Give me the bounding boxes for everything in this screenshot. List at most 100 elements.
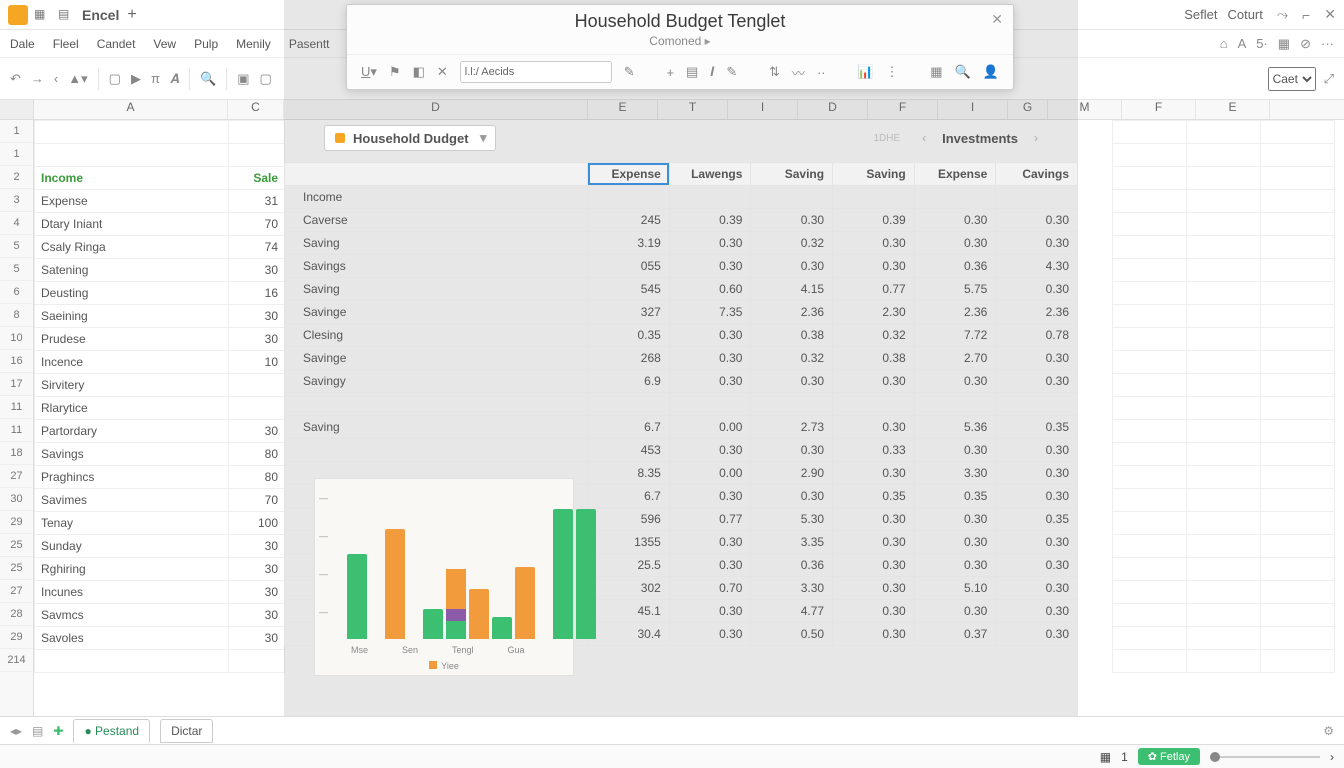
cell[interactable]: 30	[229, 535, 285, 558]
cell[interactable]	[1261, 443, 1335, 466]
cell[interactable]: 0.37	[914, 623, 996, 646]
cell[interactable]: 30	[229, 328, 285, 351]
cell[interactable]: 3.19	[588, 232, 670, 255]
cell[interactable]: 0.33	[833, 439, 915, 462]
cell[interactable]: 30.4	[588, 623, 670, 646]
row-number[interactable]: 1	[0, 143, 33, 166]
cell[interactable]	[1187, 374, 1261, 397]
cell[interactable]: 0.30	[996, 531, 1078, 554]
cell[interactable]: Satening	[35, 259, 229, 282]
pen-icon[interactable]: ✎	[726, 64, 737, 80]
cell[interactable]	[1113, 190, 1187, 213]
cell[interactable]	[1261, 282, 1335, 305]
cell[interactable]: Rghiring	[35, 558, 229, 581]
cell[interactable]: 0.30	[996, 623, 1078, 646]
cell[interactable]	[229, 397, 285, 420]
row-label[interactable]: Savingy	[285, 370, 588, 393]
home-icon[interactable]: ⌂	[1220, 36, 1228, 51]
edit-icon[interactable]: ✎	[624, 64, 635, 80]
cell[interactable]: 0.30	[833, 531, 915, 554]
cell[interactable]	[1261, 121, 1335, 144]
italic2-icon[interactable]: 𝑰	[710, 64, 714, 80]
col-E2[interactable]: E	[1196, 100, 1270, 119]
cell[interactable]: 0.60	[669, 278, 751, 301]
tab-pestand[interactable]: ● Pestand	[73, 719, 150, 743]
row-number[interactable]: 28	[0, 603, 33, 626]
row-number[interactable]: 11	[0, 419, 33, 442]
cell[interactable]	[588, 186, 670, 209]
cell[interactable]: Sirvitery	[35, 374, 229, 397]
cell[interactable]: Incunes	[35, 581, 229, 604]
cell[interactable]: 30	[229, 558, 285, 581]
cell[interactable]	[35, 121, 229, 144]
cell[interactable]: 31	[229, 190, 285, 213]
cell[interactable]	[1187, 259, 1261, 282]
cell[interactable]	[1261, 305, 1335, 328]
cell[interactable]: 0.30	[751, 439, 833, 462]
titlebar-btn-coturt[interactable]: Coturt	[1227, 7, 1262, 22]
cell[interactable]: 0.00	[669, 462, 751, 485]
cell[interactable]: Expense	[35, 190, 229, 213]
cell[interactable]: 0.30	[914, 508, 996, 531]
table-icon[interactable]: ▦	[1278, 36, 1290, 52]
cell[interactable]	[1113, 397, 1187, 420]
cell[interactable]	[1113, 489, 1187, 512]
row-number[interactable]: 2	[0, 166, 33, 189]
cell[interactable]	[1187, 650, 1261, 673]
cell[interactable]	[1261, 259, 1335, 282]
menu-icon[interactable]: ⋮	[886, 64, 899, 80]
row-label[interactable]: Savings	[285, 255, 588, 278]
minimize-icon[interactable]: ⤳	[1277, 6, 1288, 23]
cell[interactable]: Sunday	[35, 535, 229, 558]
cell[interactable]: 0.35	[996, 416, 1078, 439]
tab-dictar[interactable]: Dictar	[160, 719, 213, 743]
cell[interactable]	[1113, 328, 1187, 351]
cell[interactable]	[35, 144, 229, 167]
row-label[interactable]: Saving	[285, 278, 588, 301]
cell[interactable]: 0.30	[914, 600, 996, 623]
cell[interactable]	[1261, 604, 1335, 627]
cell[interactable]: Saeining	[35, 305, 229, 328]
cell[interactable]: 6.7	[588, 485, 670, 508]
row-label[interactable]: Saving	[285, 232, 588, 255]
cell[interactable]: 8.35	[588, 462, 670, 485]
cell[interactable]	[1113, 535, 1187, 558]
row-number[interactable]: 16	[0, 350, 33, 373]
row-number[interactable]: 27	[0, 580, 33, 603]
cell[interactable]: 0.36	[751, 554, 833, 577]
zoom-slider[interactable]	[1210, 756, 1320, 758]
cell[interactable]: 0.78	[996, 324, 1078, 347]
tab-settings-icon[interactable]: ⚙	[1323, 724, 1334, 738]
cell[interactable]: 6.7	[588, 416, 670, 439]
cell[interactable]: Prudese	[35, 328, 229, 351]
cell[interactable]	[229, 144, 285, 167]
cell[interactable]: 0.35	[996, 508, 1078, 531]
row-label[interactable]	[285, 393, 588, 416]
cell[interactable]	[1261, 213, 1335, 236]
cell[interactable]	[751, 393, 833, 416]
chevron-left-icon[interactable]: ‹	[922, 131, 926, 145]
view-grid-icon[interactable]: ▦	[1100, 750, 1111, 764]
column-header[interactable]: Lawengs	[669, 163, 751, 186]
cell[interactable]: Praghincs	[35, 466, 229, 489]
cell[interactable]: 1355	[588, 531, 670, 554]
number-icon[interactable]: 5·	[1256, 36, 1268, 51]
cell[interactable]	[1187, 489, 1261, 512]
cell[interactable]: 16	[229, 282, 285, 305]
copy-icon[interactable]: ▣	[237, 71, 249, 87]
cell[interactable]: 0.30	[751, 209, 833, 232]
cell[interactable]: 10	[229, 351, 285, 374]
cell[interactable]	[1113, 305, 1187, 328]
cell[interactable]: 70	[229, 489, 285, 512]
link-icon[interactable]: ⊘	[1300, 36, 1311, 52]
menu-vew[interactable]: Vew	[153, 37, 176, 51]
row-number[interactable]: 6	[0, 281, 33, 304]
cell[interactable]: 268	[588, 347, 670, 370]
row-number[interactable]: 18	[0, 442, 33, 465]
cell[interactable]: 100	[229, 512, 285, 535]
maximize-icon[interactable]: ⌐	[1302, 7, 1310, 23]
col-A[interactable]: A	[34, 100, 228, 119]
cell[interactable]: 80	[229, 443, 285, 466]
cell[interactable]: 0.30	[914, 232, 996, 255]
paint-icon[interactable]: ▲▾	[68, 71, 87, 87]
